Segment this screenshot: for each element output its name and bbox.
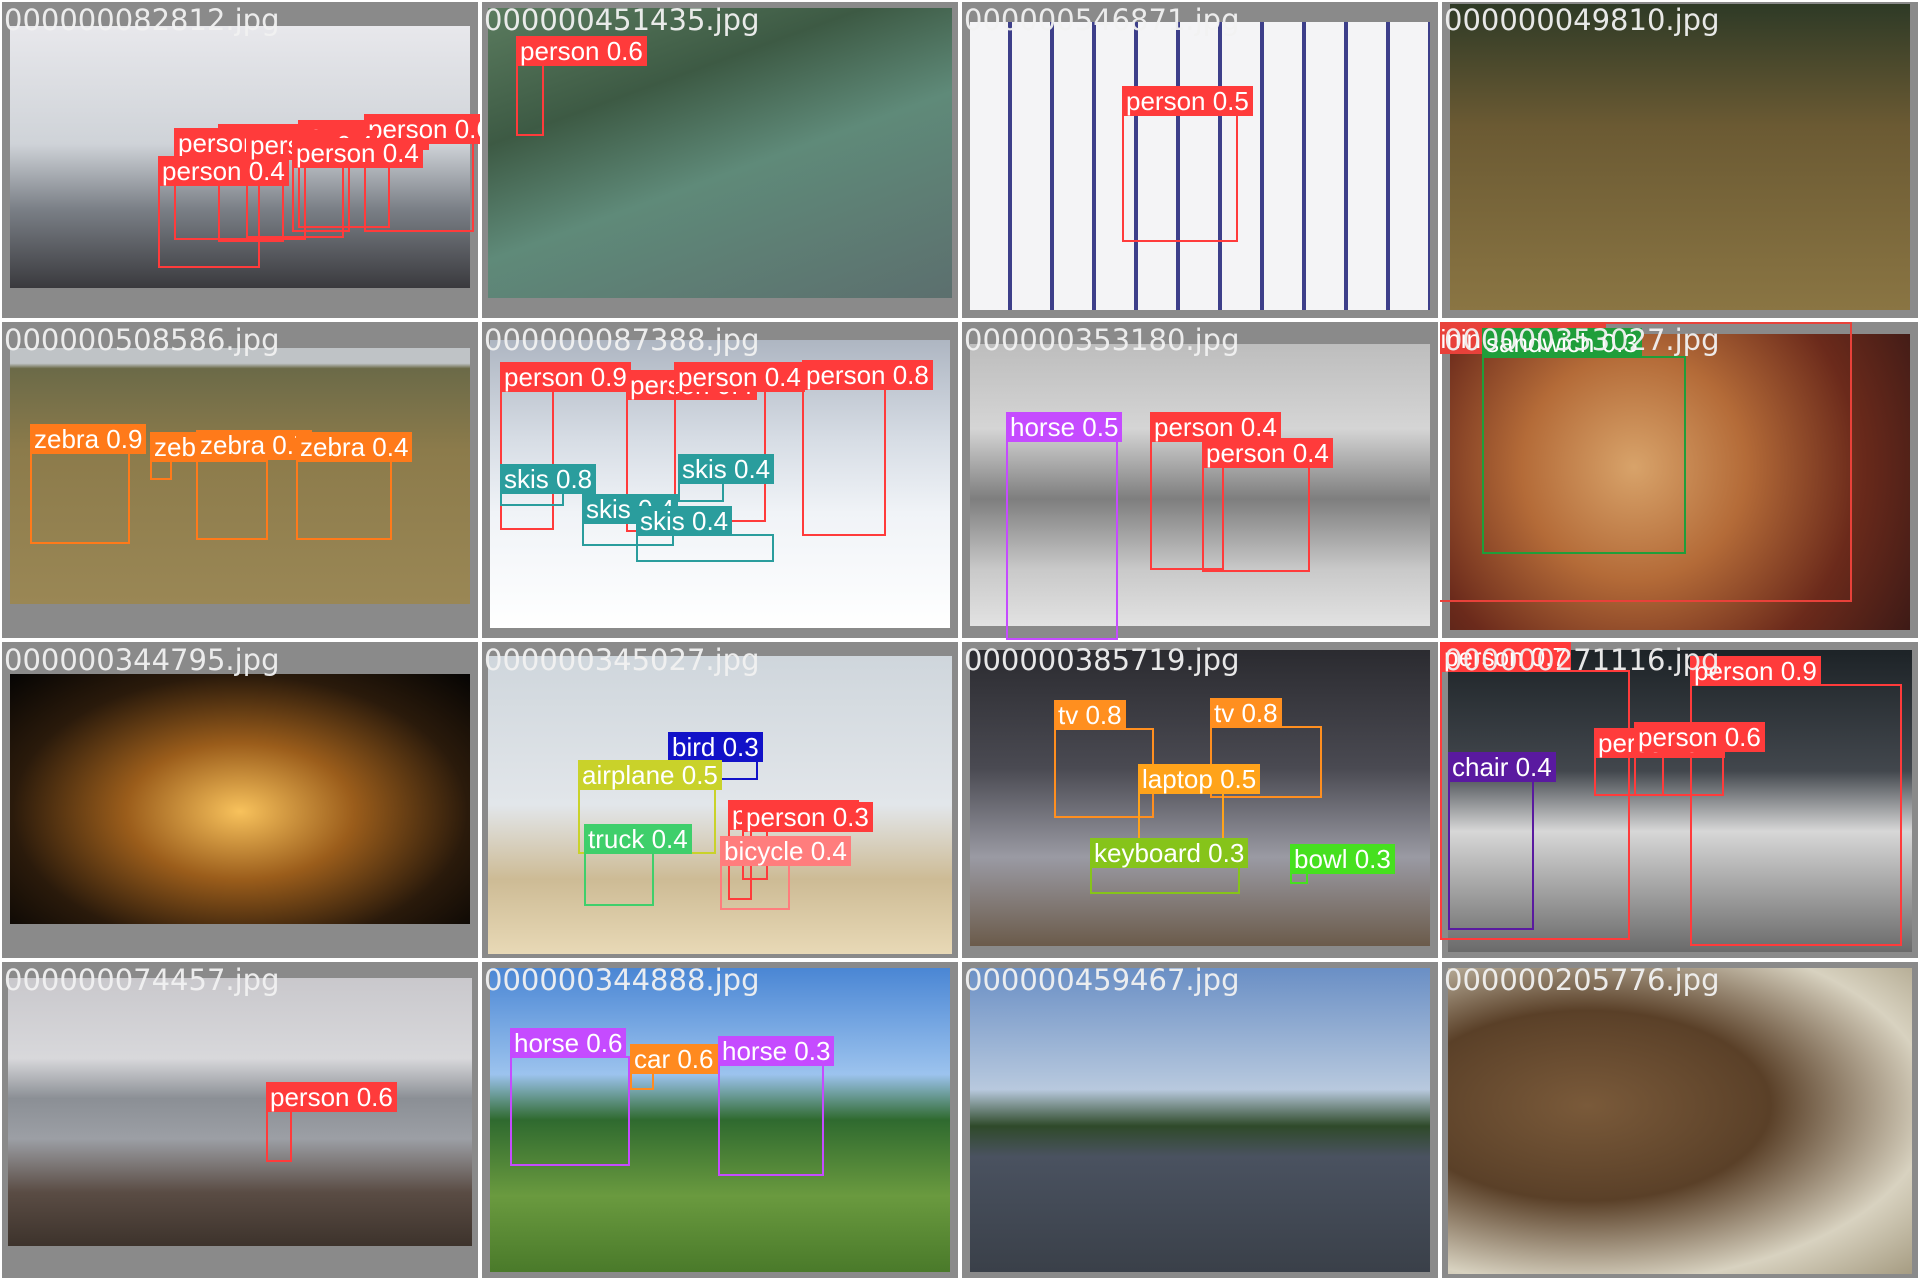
- detection-label: person 0.6: [266, 1082, 397, 1112]
- image-filename: 000000451435.jpg: [484, 3, 760, 37]
- result-tile: 000000205776.jpg: [1440, 960, 1920, 1280]
- image-filename: 000000074457.jpg: [4, 963, 280, 997]
- detection-label: zebra 0.4: [296, 432, 413, 462]
- detection-label: bicycle 0.4: [720, 836, 851, 866]
- detection-label: tv 0.8: [1054, 700, 1126, 730]
- detection-photo: [970, 968, 1430, 1272]
- detection-label: horse 0.6: [510, 1028, 627, 1058]
- detection-label: person 0.4: [1202, 438, 1333, 468]
- detection-box: person 0.4: [158, 156, 289, 268]
- image-filename: 000000344795.jpg: [4, 643, 280, 677]
- detection-label: bird 0.3: [668, 732, 763, 762]
- image-filename: 000000205776.jpg: [1444, 963, 1720, 997]
- result-tile: 000000385719.jpg tv 0.8 tv 0.8 laptop 0.5 ke…: [960, 640, 1440, 960]
- image-filename: 000000271116.jpg: [1444, 643, 1720, 677]
- result-tile: 000000074457.jpg person 0.6: [0, 960, 480, 1280]
- detection-box: zebra 0.3: [150, 432, 267, 480]
- detection-label: person 0.3: [742, 802, 873, 832]
- detection-label: person 0.6: [516, 36, 647, 66]
- image-filename: 000000508586.jpg: [4, 323, 280, 357]
- detection-box: horse 0.6: [510, 1028, 630, 1166]
- image-filename: 000000087388.jpg: [484, 323, 760, 357]
- detection-label: person 0.4: [292, 138, 423, 168]
- result-tile: 000000049810.jpg: [1440, 0, 1920, 320]
- detection-label: person 0.8: [802, 360, 933, 390]
- detection-box: bowl 0.3: [1290, 844, 1395, 884]
- detection-label: zebra 0.7: [196, 430, 313, 460]
- detection-label: airplane 0.5: [578, 760, 722, 790]
- detection-label: tv 0.8: [1210, 698, 1282, 728]
- detection-photo: [8, 978, 472, 1246]
- detection-label: keyboard 0.3: [1090, 838, 1249, 868]
- detection-box: zebra 0.4: [296, 432, 413, 540]
- image-filename: 000000353027.jpg: [1444, 323, 1720, 357]
- detection-label: person 0.9: [500, 362, 631, 392]
- detection-box: truck 0.4: [584, 824, 692, 906]
- detection-label: chair 0.4: [1448, 752, 1556, 782]
- detection-box: person 0.9: [500, 362, 631, 530]
- detection-box: bicycle 0.4: [720, 836, 851, 910]
- result-tile: 000000459467.jpg: [960, 960, 1440, 1280]
- detection-box: car 0.6: [630, 1044, 718, 1090]
- detection-box: person 0.4: [292, 138, 423, 232]
- result-tile: 000000082812.jpgperson 0.4person 0.6pers…: [0, 0, 480, 320]
- result-tile: 000000344888.jpg horse 0.6 car 0.6 horse 0.…: [480, 960, 960, 1280]
- image-filename: 000000546871.jpg: [964, 3, 1240, 37]
- detection-photo: [10, 674, 470, 924]
- detection-box: person 0.5: [1122, 86, 1253, 242]
- detection-box: horse 0.5: [1006, 412, 1123, 640]
- detection-label: horse 0.3: [718, 1036, 835, 1066]
- detection-box: skis 0.4: [678, 454, 775, 502]
- detection-box: person 0.8: [802, 360, 933, 536]
- detection-box: zebra 0.9: [30, 424, 147, 544]
- result-tile: 000000345027.jpg bird 0.3 airplane 0.5 truc…: [480, 640, 960, 960]
- image-filename: 000000345027.jpg: [484, 643, 760, 677]
- detection-box: person 0.6: [266, 1082, 397, 1162]
- detection-box: skis 0.8: [500, 464, 597, 506]
- result-tile: 000000271116.jpg person 0.7 person 0.9 chai…: [1440, 640, 1920, 960]
- result-tile: 000000344795.jpg: [0, 640, 480, 960]
- detection-box: person 0.6: [516, 36, 647, 136]
- image-filename: 000000082812.jpg: [4, 3, 280, 37]
- detection-box: zebra 0.7: [196, 430, 313, 540]
- detection-box: chair 0.4: [1448, 752, 1556, 930]
- detection-results-grid: 000000082812.jpg person 0.4 person 0.6 pers…: [0, 0, 1920, 1280]
- detection-box: keyboard 0.3: [1090, 838, 1249, 894]
- detection-photo: [1450, 4, 1910, 310]
- detection-label: car 0.6: [630, 1044, 718, 1074]
- result-tile: 000000451435.jpg person 0.6: [480, 0, 960, 320]
- image-filename: 000000385719.jpg: [964, 643, 1240, 677]
- result-tile: 000000353027.jpgdining table 0.4sandwich…: [1440, 320, 1920, 640]
- detection-box: person 0.6: [1634, 722, 1765, 796]
- detection-label: person 0.4: [674, 362, 805, 392]
- image-filename: 000000459467.jpg: [964, 963, 1240, 997]
- image-filename: 000000344888.jpg: [484, 963, 760, 997]
- result-tile: 000000508586.jpgzebra 0.9zebra 0.3zebra …: [0, 320, 480, 640]
- detection-label: skis 0.4: [678, 454, 775, 484]
- detection-box: skis 0.4: [636, 506, 774, 562]
- detection-label: horse 0.5: [1006, 412, 1123, 442]
- detection-label: truck 0.4: [584, 824, 692, 854]
- detection-box: person 0.4: [1202, 438, 1333, 572]
- result-tile: 000000087388.jpg person 0.9 person 0.4pers…: [480, 320, 960, 640]
- detection-label: skis 0.4: [636, 506, 733, 536]
- detection-box: horse 0.3: [718, 1036, 835, 1176]
- detection-label: bowl 0.3: [1290, 844, 1395, 874]
- detection-label: person 0.6: [1634, 722, 1765, 752]
- detection-label: skis 0.8: [500, 464, 597, 494]
- detection-label: laptop 0.5: [1138, 764, 1261, 794]
- detection-label: person 0.5: [1122, 86, 1253, 116]
- image-filename: 000000049810.jpg: [1444, 3, 1720, 37]
- detection-box: sandwich 0.3: [1482, 328, 1686, 554]
- result-tile: 000000546871.jpg person 0.5: [960, 0, 1440, 320]
- image-filename: 000000353180.jpg: [964, 323, 1240, 357]
- detection-label: zebra 0.9: [30, 424, 147, 454]
- detection-photo: [1448, 968, 1912, 1274]
- result-tile: 000000353180.jpg horse 0.5 person 0.4 perso…: [960, 320, 1440, 640]
